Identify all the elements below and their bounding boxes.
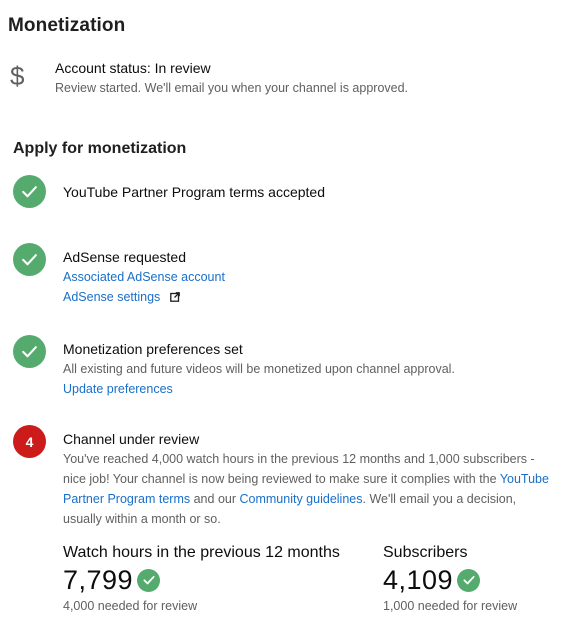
step-title: YouTube Partner Program terms accepted: [63, 184, 325, 200]
review-text-and: and our: [193, 492, 237, 506]
dollar-icon: $: [10, 61, 25, 91]
check-icon: [13, 243, 46, 276]
step-number-badge: 4: [13, 425, 46, 458]
account-status: $ Account status: In review Review start…: [10, 60, 570, 100]
review-text: You've reached 4,000 watch hours in the …: [63, 452, 535, 486]
page-title: Monetization: [8, 15, 126, 36]
metric-watch-hours: Watch hours in the previous 12 months 7,…: [63, 543, 340, 615]
metric-note: 1,000 needed for review: [383, 599, 518, 613]
adsense-settings-link[interactable]: AdSense settings: [63, 287, 180, 307]
metric-value: 4,109: [383, 565, 454, 595]
community-guidelines-link[interactable]: Community guidelines: [240, 492, 363, 506]
step-title: Monetization preferences set: [63, 341, 243, 357]
metric-note: 4,000 needed for review: [63, 599, 198, 613]
metric-subscribers: Subscribers 4,109 1,000 needed for revie…: [383, 543, 517, 615]
check-icon: [13, 175, 46, 208]
step-description: You've reached 4,000 watch hours in the …: [63, 449, 553, 529]
account-status-title: Account status: In review: [55, 60, 211, 76]
step-title: AdSense requested: [63, 249, 186, 265]
adsense-settings-label: AdSense settings: [63, 290, 161, 304]
review-text-period: .: [362, 492, 366, 506]
check-icon: [13, 335, 46, 368]
step-title: Channel under review: [63, 431, 200, 447]
external-link-icon: [169, 292, 180, 302]
step-description: All existing and future videos will be m…: [63, 362, 455, 376]
update-preferences-link[interactable]: Update preferences: [63, 379, 173, 399]
check-icon: [137, 568, 161, 592]
check-icon: [457, 568, 481, 592]
metric-value: 7,799: [63, 565, 134, 595]
metric-label: Watch hours in the previous 12 months: [63, 544, 340, 561]
associated-adsense-link[interactable]: Associated AdSense account: [63, 267, 225, 287]
account-status-subtitle: Review started. We'll email you when you…: [55, 81, 409, 95]
metric-label: Subscribers: [383, 544, 468, 561]
apply-section-title: Apply for monetization: [13, 140, 187, 157]
